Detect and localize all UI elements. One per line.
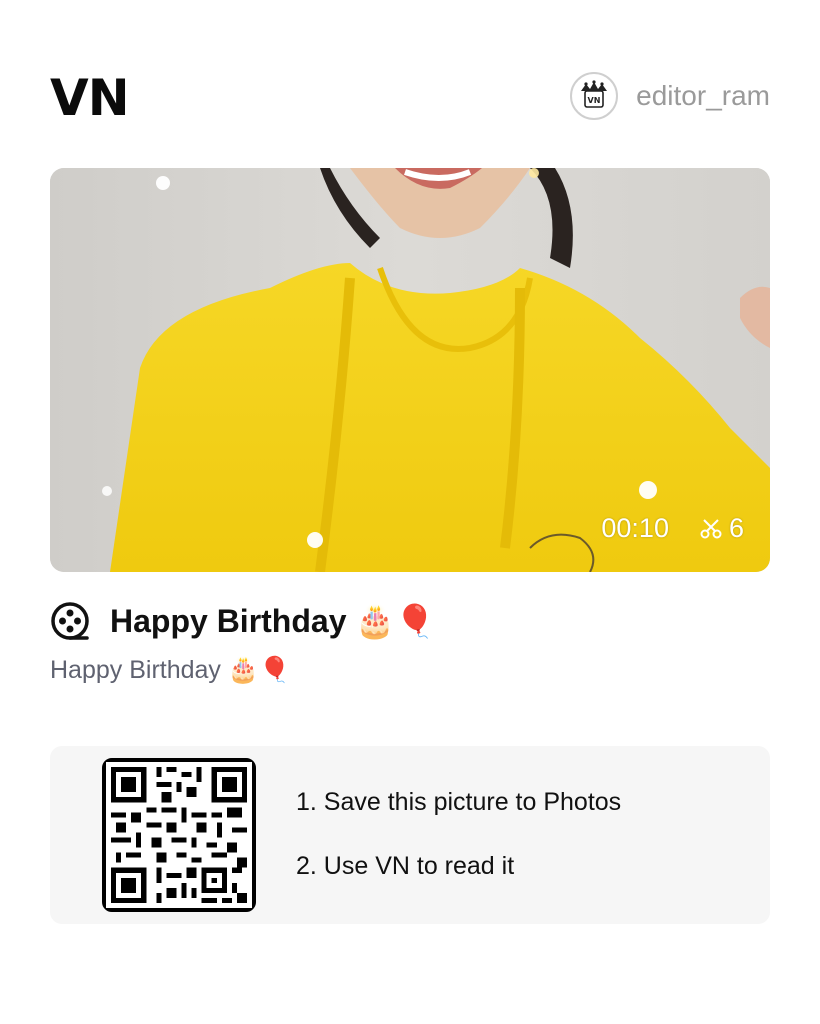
- video-duration: 00:10: [601, 513, 669, 543]
- username[interactable]: editor_ram: [636, 80, 770, 112]
- svg-text:VN: VN: [588, 96, 601, 105]
- qr-step-2: 2. Use VN to read it: [296, 852, 515, 880]
- film-reel-icon: [51, 602, 89, 640]
- vn-crown-avatar-icon[interactable]: VN: [570, 72, 619, 120]
- video-thumbnail[interactable]: 00:10 6: [50, 168, 770, 572]
- qr-card: 1. Save this picture to Photos 2. Use VN…: [50, 746, 770, 924]
- thumbnail-image: [50, 168, 770, 572]
- clip-count-value: 6: [728, 513, 744, 543]
- qr-code-icon: [102, 758, 256, 912]
- qr-step-1: 1. Save this picture to Photos: [296, 788, 622, 816]
- vn-logo: VN: [50, 69, 130, 127]
- scissors-icon: [700, 518, 722, 538]
- video-meta: 00:10 6: [601, 513, 744, 544]
- template-title: Happy Birthday 🎂🎈: [110, 603, 436, 639]
- clip-count: 6: [699, 513, 744, 544]
- header: VN VN editor_ram: [50, 64, 770, 128]
- qr-instructions: 1. Save this picture to Photos 2. Use VN…: [296, 786, 621, 882]
- template-description: Happy Birthday 🎂🎈: [50, 656, 291, 684]
- template-title-row[interactable]: Happy Birthday 🎂🎈: [50, 598, 435, 644]
- user-profile[interactable]: VN editor_ram: [570, 70, 770, 122]
